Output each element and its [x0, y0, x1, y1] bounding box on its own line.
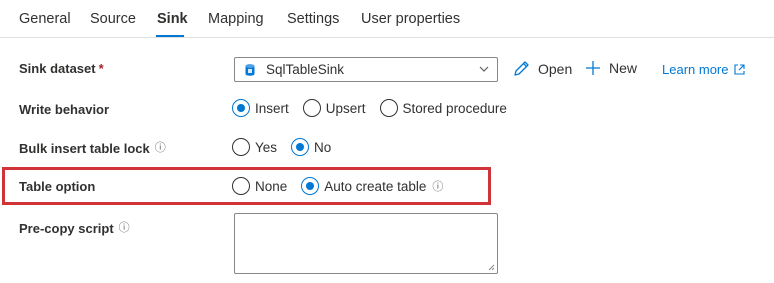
- radio-button-checked[interactable]: [232, 99, 250, 117]
- learn-more-label: Learn more: [662, 62, 729, 77]
- radio-button[interactable]: [232, 177, 250, 195]
- tab-mapping[interactable]: Mapping: [208, 11, 264, 27]
- tab-source[interactable]: Source: [90, 11, 136, 27]
- radio-label: None: [255, 178, 288, 194]
- bulk-insert-table-lock-label-text: Bulk insert table lock: [19, 141, 150, 156]
- sink-dataset-label: Sink dataset *: [19, 61, 104, 76]
- info-icon[interactable]: ⓘ: [119, 222, 130, 233]
- chevron-down-icon: [479, 66, 489, 72]
- resize-grip-icon[interactable]: [487, 263, 495, 271]
- bulk-insert-table-lock-radio-group: Yes No: [232, 138, 345, 156]
- radio-label: Insert: [255, 100, 289, 116]
- radio-button[interactable]: [302, 99, 321, 117]
- bulk-lock-option-no[interactable]: No: [291, 138, 331, 156]
- write-behavior-option-stored-procedure[interactable]: Stored procedure: [379, 99, 507, 117]
- info-icon[interactable]: ⓘ: [432, 181, 443, 192]
- radio-button-checked[interactable]: [301, 177, 320, 195]
- edit-pencil-icon: [514, 61, 529, 76]
- tab-user-properties[interactable]: User properties: [361, 11, 460, 27]
- radio-label: Stored procedure: [402, 100, 507, 116]
- table-option-radio-group: None Auto create table ⓘ: [232, 177, 443, 195]
- write-behavior-option-insert[interactable]: Insert: [232, 99, 289, 117]
- radio-label: Auto create table: [324, 178, 427, 194]
- new-button[interactable]: New: [585, 60, 637, 76]
- write-behavior-option-upsert[interactable]: Upsert: [302, 99, 366, 117]
- radio-label: No: [314, 139, 332, 155]
- radio-label: Upsert: [325, 100, 366, 116]
- bulk-lock-option-yes[interactable]: Yes: [232, 138, 277, 156]
- table-option-auto-create-table[interactable]: Auto create table: [301, 177, 426, 195]
- tab-sink[interactable]: Sink: [157, 11, 188, 27]
- radio-button[interactable]: [379, 99, 398, 117]
- plus-icon: [586, 61, 600, 75]
- external-link-icon: [734, 64, 746, 75]
- tab-bar: General Source Sink Mapping Settings Use…: [0, 0, 774, 38]
- sink-dataset-value: SqlTableSink: [266, 62, 345, 77]
- info-icon[interactable]: ⓘ: [155, 142, 166, 153]
- sink-dataset-select[interactable]: SqlTableSink: [234, 57, 498, 82]
- sql-database-icon: [245, 64, 255, 76]
- pre-copy-script-label: Pre-copy script ⓘ: [19, 221, 130, 236]
- learn-more-link[interactable]: Learn more: [662, 62, 746, 77]
- required-marker: *: [98, 61, 104, 76]
- table-option-none[interactable]: None: [232, 177, 287, 195]
- new-button-label: New: [609, 60, 638, 76]
- radio-button[interactable]: [232, 138, 250, 156]
- tab-settings[interactable]: Settings: [287, 11, 339, 27]
- active-tab-indicator: [156, 35, 184, 37]
- radio-label: Yes: [255, 139, 278, 155]
- pre-copy-script-textarea[interactable]: [234, 213, 498, 274]
- radio-button-checked[interactable]: [291, 138, 310, 156]
- tab-general[interactable]: General: [19, 11, 71, 27]
- sink-dataset-label-text: Sink dataset: [19, 61, 96, 76]
- bulk-insert-table-lock-label: Bulk insert table lock ⓘ: [19, 141, 166, 156]
- open-button[interactable]: Open: [513, 60, 572, 77]
- open-button-label: Open: [538, 60, 573, 77]
- pre-copy-script-label-text: Pre-copy script: [19, 221, 114, 236]
- table-option-label: Table option: [19, 179, 96, 194]
- write-behavior-radio-group: Insert Upsert Stored procedure: [232, 99, 521, 117]
- write-behavior-label: Write behavior: [19, 102, 110, 117]
